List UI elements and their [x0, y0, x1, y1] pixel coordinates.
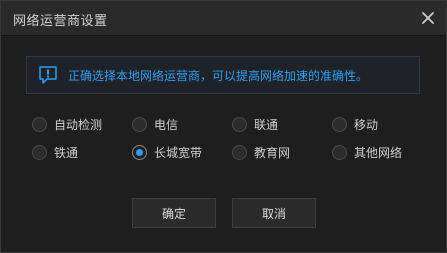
close-icon[interactable]	[420, 10, 436, 26]
notice-box: 正确选择本地网络运营商，可以提高网络加速的准确性。	[26, 56, 420, 94]
option-label: 铁通	[54, 146, 79, 160]
radio-tietong[interactable]	[32, 145, 47, 160]
info-icon	[38, 65, 58, 85]
radio-mobile[interactable]	[332, 117, 347, 132]
radio-auto-detect[interactable]	[32, 117, 47, 132]
radio-great-wall-broadband[interactable]	[132, 145, 147, 160]
option-label: 教育网	[254, 146, 291, 160]
option-label: 移动	[354, 118, 379, 132]
option-label: 长城宽带	[154, 146, 203, 160]
radio-unicom[interactable]	[232, 117, 247, 132]
dialog-title: 网络运营商设置	[13, 14, 108, 29]
notice-text: 正确选择本地网络运营商，可以提高网络加速的准确性。	[68, 69, 369, 83]
operator-settings-dialog: 网络运营商设置 正确选择本地网络运营商，可以提高网络加速的准确性。 自动检测 电…	[0, 0, 447, 253]
cancel-button[interactable]: 取消	[232, 198, 316, 228]
option-label: 电信	[154, 118, 179, 132]
title-bar[interactable]: 网络运营商设置	[1, 1, 446, 36]
radio-education-network[interactable]	[232, 145, 247, 160]
option-label: 自动检测	[54, 118, 103, 132]
radio-telecom[interactable]	[132, 117, 147, 132]
radio-other-network[interactable]	[332, 145, 347, 160]
confirm-button[interactable]: 确定	[132, 198, 216, 228]
option-label: 联通	[254, 118, 279, 132]
option-label: 其他网络	[354, 146, 403, 160]
